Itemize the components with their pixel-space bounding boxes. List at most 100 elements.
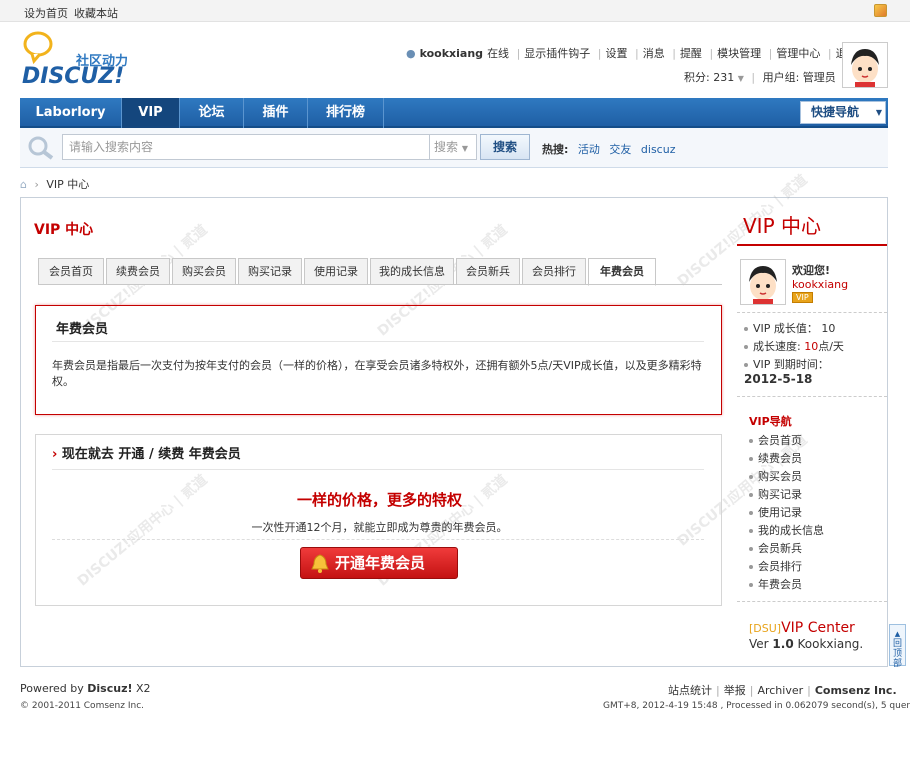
sidebar-item-label: 会员排行 <box>758 560 802 573</box>
dsu-title: [DSU]VIP Center <box>749 620 855 636</box>
footer-links: 站点统计 | 举报 | Archiver | Comsenz Inc. <box>668 684 897 697</box>
breadcrumb: ⌂ › VIP 中心 <box>20 176 89 192</box>
dsu-prefix: [DSU] <box>749 622 782 635</box>
hot-term[interactable]: discuz <box>641 143 676 156</box>
sidebar-item-growth[interactable]: 我的成长信息 <box>749 522 824 538</box>
chevron-down-icon: ▼ <box>875 108 882 117</box>
sidebar-item-label: 会员新兵 <box>758 542 802 555</box>
module-link[interactable]: 模块管理 <box>717 45 761 61</box>
admin-link[interactable]: 管理中心 <box>776 45 820 61</box>
sidebar-item-label: 购买会员 <box>758 470 802 483</box>
nav-item-laborlory[interactable]: Laborlory <box>20 98 122 128</box>
growth-speed-value: 10 <box>804 340 819 353</box>
search-type-select[interactable]: 搜索 ▼ <box>429 134 477 160</box>
annual-cta-heading-text: 现在就去 开通 / 续费 年费会员 <box>61 447 241 462</box>
version-number: 1.0 <box>772 637 794 651</box>
quick-nav-label: 快捷导航 <box>811 105 860 119</box>
page-title: VIP 中心 <box>34 222 94 238</box>
growth-speed-unit: 点/天 <box>818 340 844 353</box>
hot-search: 热搜: 活动 交友 discuz <box>542 141 675 157</box>
tab-newbie[interactable]: 会员新兵 <box>456 258 520 285</box>
back-to-top-button[interactable]: ▲ 回顶部 <box>889 624 906 669</box>
chevron-right-icon: › <box>52 447 58 462</box>
set-home-link[interactable]: 设为首页 <box>24 5 68 21</box>
bell-icon <box>311 554 329 584</box>
sidebar-item-label: 使用记录 <box>758 506 802 519</box>
sidebar-item-ranking[interactable]: 会员排行 <box>749 558 802 574</box>
user-icon: ● <box>406 47 416 60</box>
nav-item-ranking[interactable]: 排行榜 <box>308 98 384 128</box>
tab-home[interactable]: 会员首页 <box>38 258 104 285</box>
quick-nav-button[interactable]: 快捷导航 ▼ <box>800 101 886 124</box>
nav-item-vip[interactable]: VIP <box>122 98 180 128</box>
sidebar-item-label: 年费会员 <box>758 578 802 591</box>
sidebar-item-use-records[interactable]: 使用记录 <box>749 504 802 520</box>
powered-brand[interactable]: Discuz! <box>87 682 132 695</box>
hot-term[interactable]: 交友 <box>609 143 631 156</box>
annual-cta-heading: › 现在就去 开通 / 续费 年费会员 <box>52 443 241 462</box>
search-button[interactable]: 搜索 <box>480 134 530 160</box>
open-annual-button[interactable]: 开通年费会员 <box>300 547 458 579</box>
sidebar-item-label: 购买记录 <box>758 488 802 501</box>
sidebar-item-renew[interactable]: 续费会员 <box>749 450 802 466</box>
search-input[interactable]: 请输入搜索内容 <box>62 134 430 160</box>
report-link[interactable]: 举报 <box>724 684 746 697</box>
sidebar-item-buy-records[interactable]: 购买记录 <box>749 486 802 502</box>
username-link[interactable]: kookxiang <box>420 47 483 60</box>
site-logo[interactable]: 社区动力 DISCUZ! <box>20 30 150 94</box>
annual-desc: 一次性开通12个月，就能立即成为尊贵的年费会员。 <box>251 521 508 534</box>
user-bar: ● kookxiang 在线 | 显示插件钩子 | 设置 | 消息 | 提醒 | 模块管理 |… <box>404 45 860 61</box>
sidebar-welcome: 欢迎您! <box>792 264 831 277</box>
messages-link[interactable]: 消息 <box>643 45 665 61</box>
notice-link[interactable]: 提醒 <box>680 45 702 61</box>
stats-link[interactable]: 站点统计 <box>668 684 712 697</box>
nav-item-forum[interactable]: 论坛 <box>180 98 244 128</box>
expire-date: 2012-5-18 <box>744 372 813 386</box>
hot-term[interactable]: 活动 <box>578 143 600 156</box>
nav-item-plugins[interactable]: 插件 <box>244 98 308 128</box>
archiver-link[interactable]: Archiver <box>757 684 803 697</box>
user-line2: 积分: 231 ▼ | 用户组: 管理员 <box>684 71 836 84</box>
top-bar: 设为首页 收藏本站 <box>0 0 910 22</box>
avatar[interactable] <box>842 42 888 88</box>
tab-use-records[interactable]: 使用记录 <box>304 258 368 285</box>
sidebar-avatar[interactable] <box>740 259 786 305</box>
tab-ranking[interactable]: 会员排行 <box>522 258 586 285</box>
sidebar-item-home[interactable]: 会员首页 <box>749 432 802 448</box>
tab-buy-records[interactable]: 购买记录 <box>238 258 302 285</box>
expire-label: VIP 到期时间： <box>744 356 829 372</box>
annual-intro-box: 年费会员 年费会员是指最后一次支付为按年支付的会员（一样的价格），在享受会员诸多… <box>35 305 722 415</box>
logo-brand: DISCUZ! <box>22 64 125 89</box>
settings-link[interactable]: 设置 <box>606 45 628 61</box>
tab-buy[interactable]: 购买会员 <box>172 258 236 285</box>
group-link[interactable]: 用户组: 管理员 <box>763 71 836 84</box>
footer-info: GMT+8, 2012-4-19 15:48 , Processed in 0.… <box>603 701 910 711</box>
rss-icon[interactable] <box>874 4 887 17</box>
sidebar-item-buy[interactable]: 购买会员 <box>749 468 802 484</box>
search-type-label: 搜索 <box>434 140 459 154</box>
bookmark-link[interactable]: 收藏本站 <box>74 5 118 21</box>
tab-growth-info[interactable]: 我的成长信息 <box>370 258 454 285</box>
chevron-right-icon: › <box>34 178 39 191</box>
expire-label-text: VIP 到期时间： <box>753 358 829 371</box>
sidebar-item-newbie[interactable]: 会员新兵 <box>749 540 802 556</box>
sidebar-username[interactable]: kookxiang <box>792 278 848 291</box>
arrow-up-icon: ▲ <box>894 630 901 638</box>
tab-renew[interactable]: 续费会员 <box>106 258 170 285</box>
sidebar-item-label: 会员首页 <box>758 434 802 447</box>
version-author: Kookxiang. <box>793 637 864 651</box>
hook-link[interactable]: 显示插件钩子 <box>524 45 590 61</box>
home-icon[interactable]: ⌂ <box>20 178 27 191</box>
powered-by: Powered by Discuz! X2 <box>20 682 151 695</box>
points-link[interactable]: 积分: 231 <box>684 71 734 84</box>
breadcrumb-current[interactable]: VIP 中心 <box>46 178 89 191</box>
comsenz-link[interactable]: Comsenz Inc. <box>815 684 897 697</box>
sidebar-divider <box>737 244 887 246</box>
back-to-top-label: 回顶部 <box>893 639 903 669</box>
dsu-version: Ver 1.0 Kookxiang. <box>749 637 863 651</box>
growth-value-text: VIP 成长值： 10 <box>753 322 836 335</box>
dsu-name: VIP Center <box>781 620 855 636</box>
tab-annual[interactable]: 年费会员 <box>588 258 656 286</box>
sidebar-title: VIP 中心 <box>743 214 821 238</box>
sidebar-item-annual[interactable]: 年费会员 <box>749 576 802 592</box>
